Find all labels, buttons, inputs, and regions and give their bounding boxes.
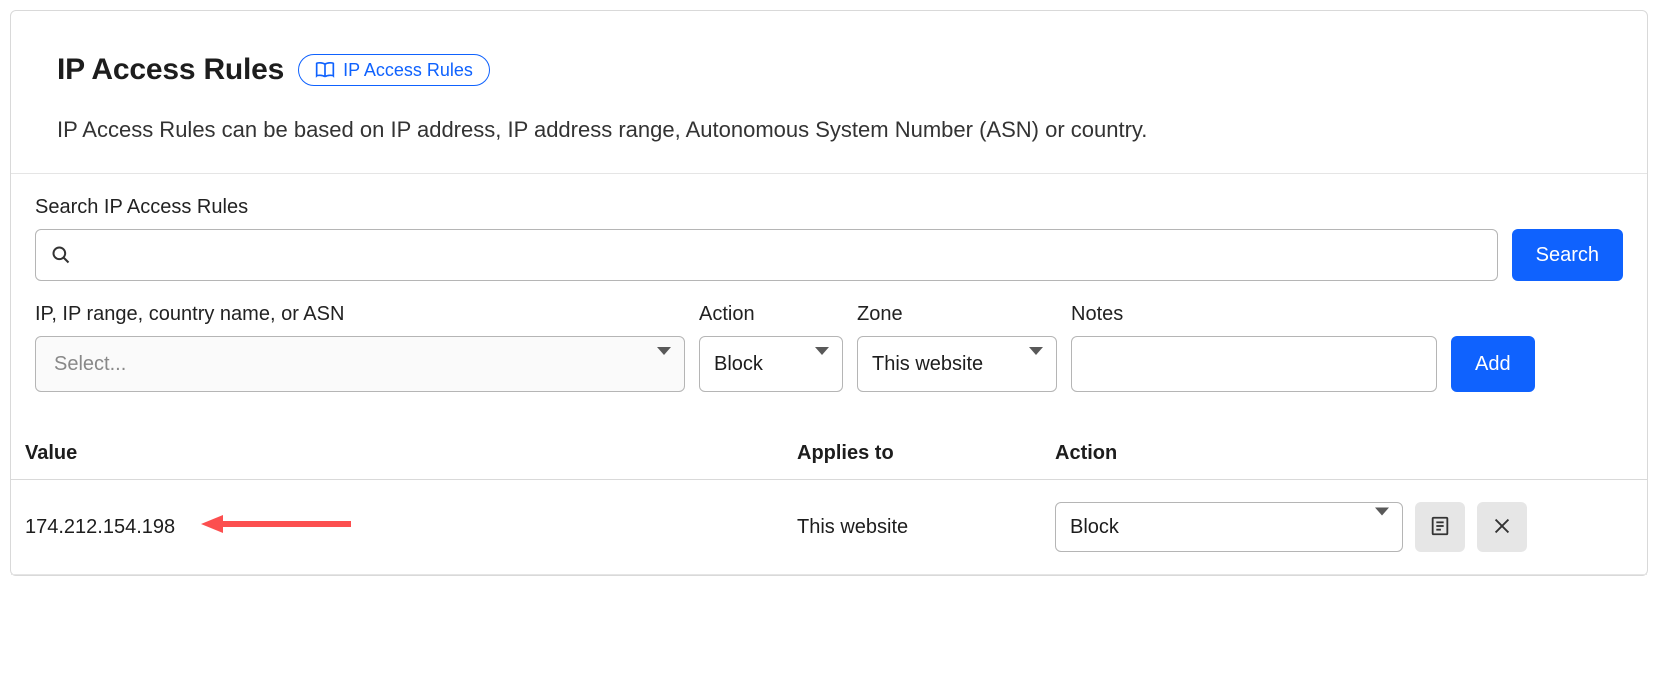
row-action-select[interactable]: Block	[1055, 502, 1403, 552]
close-icon	[1491, 515, 1513, 540]
search-label: Search IP Access Rules	[35, 196, 1623, 219]
col-header-action: Action	[1055, 442, 1633, 465]
action-select-value: Block	[714, 353, 763, 376]
col-header-applies: Applies to	[797, 442, 1055, 465]
ip-field-label: IP, IP range, country name, or ASN	[35, 303, 685, 326]
controls-block: Search IP Access Rules Search IP, IP ran…	[11, 174, 1647, 402]
page-description: IP Access Rules can be based on IP addre…	[57, 117, 1601, 143]
book-icon	[315, 61, 335, 79]
notes-field-label: Notes	[1071, 303, 1437, 326]
zone-field-label: Zone	[857, 303, 1057, 326]
table-row: 174.212.154.198 This website Block	[11, 480, 1647, 575]
page-title: IP Access Rules	[57, 53, 284, 87]
action-select[interactable]: Block	[699, 336, 843, 392]
annotation-arrow-icon	[201, 512, 351, 542]
zone-select-value: This website	[872, 353, 983, 376]
add-button[interactable]: Add	[1451, 336, 1535, 392]
table-header: Value Applies to Action	[11, 402, 1647, 480]
notes-icon	[1429, 515, 1451, 540]
row-action-value: Block	[1070, 516, 1119, 539]
cell-value: 174.212.154.198	[25, 516, 797, 539]
zone-select[interactable]: This website	[857, 336, 1057, 392]
delete-button[interactable]	[1477, 502, 1527, 552]
docs-badge-label: IP Access Rules	[343, 61, 473, 79]
search-row: Search	[35, 229, 1623, 281]
cell-applies: This website	[797, 516, 1055, 539]
notes-input[interactable]	[1071, 336, 1437, 392]
ip-select-placeholder: Select...	[54, 353, 126, 376]
action-field-label: Action	[699, 303, 843, 326]
ip-select[interactable]: Select...	[35, 336, 685, 392]
search-input-wrap	[35, 229, 1498, 281]
add-rule-row: IP, IP range, country name, or ASN Selec…	[35, 303, 1623, 392]
edit-notes-button[interactable]	[1415, 502, 1465, 552]
col-header-value: Value	[25, 442, 797, 465]
panel-header: IP Access Rules IP Access Rules IP Acces…	[11, 11, 1647, 173]
ip-access-rules-panel: IP Access Rules IP Access Rules IP Acces…	[10, 10, 1648, 576]
search-button[interactable]: Search	[1512, 229, 1623, 281]
search-input[interactable]	[35, 229, 1498, 281]
cell-action: Block	[1055, 502, 1633, 552]
title-row: IP Access Rules IP Access Rules	[57, 53, 1601, 87]
docs-badge[interactable]: IP Access Rules	[298, 54, 490, 86]
